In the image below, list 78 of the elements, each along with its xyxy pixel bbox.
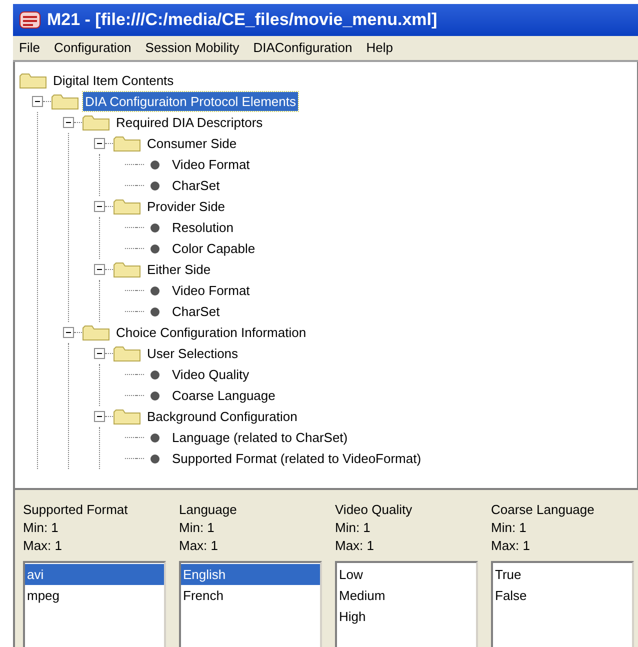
max-label: Max: 1 [23, 537, 64, 555]
menu-item[interactable]: File [19, 38, 40, 58]
tree-item[interactable]: Background Configuration [145, 406, 300, 426]
collapse-toggle[interactable] [94, 411, 105, 422]
folder-icon [82, 114, 110, 130]
folder-icon [113, 198, 141, 214]
folder-icon [113, 408, 141, 424]
tree-item[interactable]: Language (related to CharSet) [170, 428, 350, 448]
list-option[interactable]: High [337, 606, 476, 627]
min-label: Min: 1 [179, 519, 216, 537]
bullet-icon [150, 432, 160, 442]
tree-item[interactable]: Provider Side [145, 196, 228, 216]
list-option[interactable]: Low [337, 564, 476, 585]
max-label: Max: 1 [335, 537, 376, 555]
app-icon [19, 10, 41, 30]
bullet-icon [150, 306, 160, 316]
bullet-icon [150, 370, 160, 380]
bullet-icon [150, 160, 160, 170]
max-label: Max: 1 [179, 537, 220, 555]
list-option[interactable]: French [181, 585, 320, 606]
option-list[interactable]: English French [179, 561, 322, 647]
tree-item[interactable]: Color Capable [170, 238, 258, 258]
list-option[interactable]: mpeg [25, 585, 164, 606]
collapse-toggle[interactable] [63, 327, 74, 338]
option-list[interactable]: True False [491, 561, 634, 647]
tree-item[interactable]: Required DIA Descriptors [114, 112, 265, 132]
collapse-toggle[interactable] [63, 117, 74, 128]
tree-item[interactable]: Either Side [145, 260, 213, 280]
tree-item[interactable]: Consumer Side [145, 134, 239, 154]
folder-icon [82, 324, 110, 340]
list-option[interactable]: Medium [337, 585, 476, 606]
tree-item[interactable]: Choice Configuration Information [114, 322, 308, 342]
choice-title: Language [179, 501, 238, 519]
tree-item[interactable]: User Selections [145, 344, 240, 364]
folder-icon [19, 72, 47, 88]
collapse-toggle[interactable] [94, 264, 105, 275]
menu-item[interactable]: Session Mobility [145, 38, 240, 58]
folder-icon [51, 94, 79, 110]
list-option[interactable]: True [493, 564, 632, 585]
collapse-toggle[interactable] [94, 348, 105, 359]
bullet-icon [150, 286, 160, 296]
choice-title: Video Quality [335, 501, 414, 519]
tree-item[interactable]: Resolution [170, 218, 236, 238]
menu-item[interactable]: Configuration [54, 38, 132, 58]
min-label: Min: 1 [335, 519, 372, 537]
menu-item[interactable]: DIAConfiguration [253, 38, 352, 58]
tree-item[interactable]: Video Format [170, 280, 252, 300]
bullet-icon [150, 222, 160, 232]
menu-item[interactable]: Help [366, 38, 393, 58]
collapse-toggle[interactable] [32, 96, 43, 107]
list-option[interactable]: False [493, 585, 632, 606]
tree-item[interactable]: Digital Item Contents [51, 70, 176, 90]
choice-title: Coarse Language [491, 501, 596, 519]
bullet-icon [150, 454, 160, 464]
max-label: Max: 1 [491, 537, 532, 555]
option-list[interactable]: avi mpeg [23, 561, 166, 647]
min-label: Min: 1 [491, 519, 528, 537]
folder-icon [113, 262, 141, 278]
tree-item[interactable]: Video Format [170, 154, 252, 174]
min-label: Min: 1 [23, 519, 60, 537]
collapse-toggle[interactable] [94, 201, 105, 212]
collapse-toggle[interactable] [94, 138, 105, 149]
bullet-icon [150, 180, 160, 190]
tree-item[interactable]: CharSet [170, 176, 222, 196]
folder-icon [113, 346, 141, 362]
bullet-icon [150, 244, 160, 254]
window-title: M21 - [file:///C:/media/CE_files/movie_menu.xml] [47, 9, 438, 32]
tree-item[interactable]: Coarse Language [170, 386, 278, 406]
tree-item[interactable]: Supported Format (related to VideoFormat) [170, 448, 424, 468]
list-option[interactable]: English [181, 564, 320, 585]
choice-title: Supported Format [23, 501, 129, 519]
folder-icon [113, 136, 141, 152]
option-list[interactable]: Low Medium High [335, 561, 478, 647]
tree-item[interactable]: CharSet [170, 302, 222, 322]
bullet-icon [150, 390, 160, 400]
tree-item[interactable]: DIA Configuraiton Protocol Elements [83, 92, 298, 112]
list-option[interactable]: avi [25, 564, 164, 585]
tree-item[interactable]: Video Quality [170, 364, 252, 384]
